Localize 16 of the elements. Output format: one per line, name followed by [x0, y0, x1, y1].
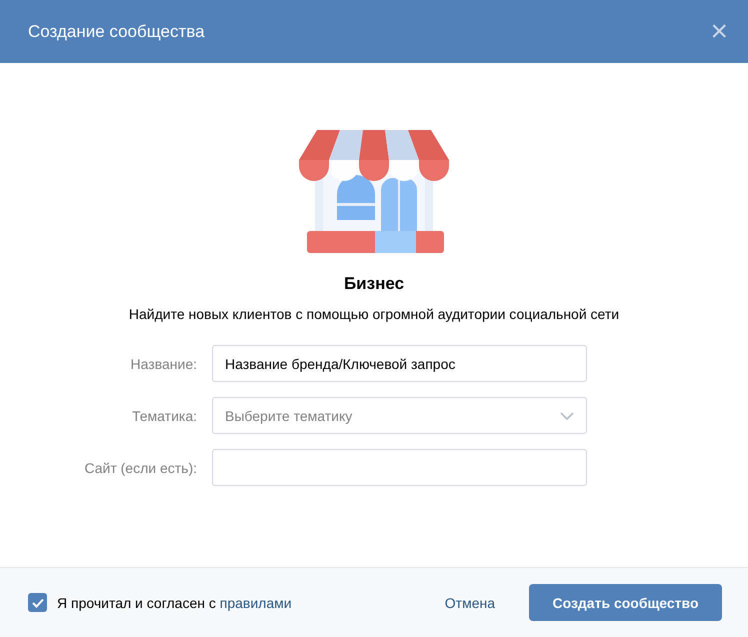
field-label: Тематика: — [131, 408, 198, 424]
field-label: Название: — [130, 356, 198, 372]
section-heading: Бизнес — [344, 274, 404, 294]
rules-link[interactable]: правилами — [220, 594, 292, 610]
field-label: Сайт (если есть): — [83, 460, 198, 476]
agreement-text: Я прочитал и согласен с правилами — [57, 594, 292, 610]
text-field[interactable] — [212, 449, 587, 486]
agree-checkbox[interactable] — [28, 593, 47, 612]
description-text: Найдите новых клиентов с помощью огромной аудитории социальной сети — [128, 305, 620, 324]
check-icon — [32, 598, 44, 608]
create-button[interactable]: Создать сообщество — [529, 584, 722, 621]
cancel-button[interactable]: Отмена — [428, 586, 511, 618]
chevron-down-icon — [560, 412, 574, 420]
window-title: Создание сообщества — [28, 22, 205, 42]
dropdown-field[interactable]: Выберите тематику — [212, 397, 587, 434]
text-field[interactable]: Название бренда/Ключевой запрос — [212, 345, 587, 382]
